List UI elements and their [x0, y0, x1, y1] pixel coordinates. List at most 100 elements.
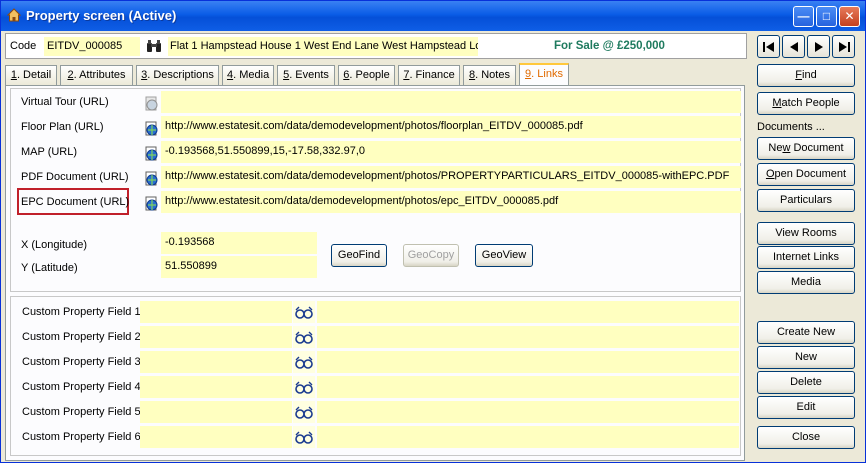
tab-people[interactable]: 6. People — [338, 65, 395, 85]
close-window-button[interactable]: ✕ — [839, 6, 860, 27]
next-icon — [815, 42, 823, 52]
match-people-button[interactable]: Match People — [757, 92, 855, 115]
virtual-tour-url-field[interactable] — [161, 91, 741, 113]
tab-links[interactable]: 9. Links — [519, 63, 569, 86]
open-document-button[interactable]: Open Document — [757, 163, 855, 186]
epc-document-label: EPC Document (URL) — [21, 196, 130, 208]
code-bar: Code EITDV_000085 Flat 1 Hampstead House… — [5, 33, 747, 59]
binoculars-icon[interactable] — [146, 39, 162, 53]
custom-field-6-value[interactable] — [140, 426, 292, 448]
media-button[interactable]: Media — [757, 271, 855, 294]
internet-links-button[interactable]: Internet Links — [757, 246, 855, 269]
previous-icon — [790, 42, 798, 52]
geocopy-button[interactable]: GeoCopy — [403, 244, 459, 267]
custom-field-3-text[interactable] — [317, 351, 739, 373]
custom-field-3-value[interactable] — [140, 351, 292, 373]
delete-button[interactable]: Delete — [757, 371, 855, 394]
tab-finance[interactable]: 7. Finance — [398, 65, 460, 85]
create-new-button[interactable]: Create New — [757, 321, 855, 344]
maximize-icon: □ — [822, 9, 831, 23]
previous-record-button[interactable] — [782, 35, 805, 58]
code-label: Code — [10, 40, 37, 52]
custom-field-5-text[interactable] — [317, 401, 739, 423]
globe-link-icon[interactable] — [143, 170, 160, 187]
tab-descriptions[interactable]: 3. Descriptions — [136, 65, 219, 85]
tab-attributes[interactable]: 2. Attributes — [60, 65, 133, 85]
geofind-button[interactable]: GeoFind — [331, 244, 387, 267]
custom-field-3-lookup[interactable] — [293, 351, 315, 373]
custom-field-label: Custom Property Field 1 — [22, 306, 141, 318]
minimize-icon: — — [797, 9, 810, 23]
last-record-button[interactable] — [832, 35, 855, 58]
glasses-icon — [295, 356, 313, 369]
next-record-button[interactable] — [807, 35, 830, 58]
address-field[interactable]: Flat 1 Hampstead House 1 West End Lane W… — [168, 37, 478, 56]
glasses-icon — [295, 381, 313, 394]
find-button[interactable]: Find — [757, 64, 855, 87]
first-record-button[interactable] — [757, 35, 780, 58]
globe-link-icon[interactable] — [143, 120, 160, 137]
last-icon — [839, 42, 850, 52]
glasses-icon — [295, 431, 313, 444]
geoview-button[interactable]: GeoView — [475, 244, 533, 267]
pdf-document-url-field[interactable]: http://www.estatesit.com/data/demodevelo… — [161, 166, 741, 188]
property-window: Property screen (Active) — □ ✕ Code EITD… — [0, 0, 866, 463]
custom-field-5-value[interactable] — [140, 401, 292, 423]
close-icon: ✕ — [844, 9, 855, 23]
minimize-button[interactable]: — — [793, 6, 814, 27]
custom-field-2-value[interactable] — [140, 326, 292, 348]
longitude-label: X (Longitude) — [21, 239, 88, 251]
map-url-field[interactable]: -0.193568,51.550899,15,-17.58,332.97,0 — [161, 141, 741, 163]
latitude-label: Y (Latitude) — [21, 262, 78, 274]
close-button[interactable]: Close — [757, 426, 855, 449]
tab-strip: 1. Detail 2. Attributes 3. Descriptions … — [5, 63, 745, 86]
view-rooms-button[interactable]: View Rooms — [757, 222, 855, 245]
pdf-document-label: PDF Document (URL) — [21, 171, 129, 183]
documents-label: Documents ... — [757, 121, 825, 133]
globe-link-icon[interactable] — [143, 145, 160, 162]
tab-detail[interactable]: 1. Detail — [5, 65, 57, 85]
custom-field-2-text[interactable] — [317, 326, 739, 348]
house-icon — [7, 8, 21, 22]
custom-field-5-lookup[interactable] — [293, 401, 315, 423]
floor-plan-url-field[interactable]: http://www.estatesit.com/data/demodevelo… — [161, 116, 741, 138]
custom-field-label: Custom Property Field 5 — [22, 406, 141, 418]
code-field[interactable]: EITDV_000085 — [44, 37, 140, 56]
custom-field-1-text[interactable] — [317, 301, 739, 323]
longitude-field[interactable]: -0.193568 — [161, 232, 317, 254]
particulars-button[interactable]: Particulars — [757, 189, 855, 212]
custom-field-6-text[interactable] — [317, 426, 739, 448]
title-bar[interactable]: Property screen (Active) — □ ✕ — [1, 1, 865, 31]
window-title: Property screen (Active) — [26, 8, 177, 23]
maximize-button[interactable]: □ — [816, 6, 837, 27]
glasses-icon — [295, 331, 313, 344]
globe-link-icon[interactable] — [143, 195, 160, 212]
latitude-field[interactable]: 51.550899 — [161, 256, 317, 278]
custom-field-4-text[interactable] — [317, 376, 739, 398]
custom-field-label: Custom Property Field 2 — [22, 331, 141, 343]
first-icon — [763, 42, 774, 52]
map-label: MAP (URL) — [21, 146, 78, 158]
floor-plan-label: Floor Plan (URL) — [21, 121, 104, 133]
links-panel: Virtual Tour (URL) Floor Plan (URL) http… — [5, 85, 745, 461]
tab-media[interactable]: 4. Media — [222, 65, 274, 85]
custom-field-6-lookup[interactable] — [293, 426, 315, 448]
epc-document-url-field[interactable]: http://www.estatesit.com/data/demodevelo… — [161, 191, 741, 213]
new-document-button[interactable]: New Document — [757, 137, 855, 160]
custom-field-label: Custom Property Field 6 — [22, 431, 141, 443]
url-group: Virtual Tour (URL) Floor Plan (URL) http… — [10, 88, 741, 292]
custom-field-1-value[interactable] — [140, 301, 292, 323]
custom-field-1-lookup[interactable] — [293, 301, 315, 323]
glasses-icon — [295, 306, 313, 319]
tab-events[interactable]: 5. Events — [277, 65, 335, 85]
custom-field-4-lookup[interactable] — [293, 376, 315, 398]
custom-field-label: Custom Property Field 4 — [22, 381, 141, 393]
tab-notes[interactable]: 8. Notes — [463, 65, 516, 85]
custom-field-4-value[interactable] — [140, 376, 292, 398]
new-button[interactable]: New — [757, 346, 855, 369]
globe-link-icon[interactable] — [143, 95, 160, 112]
virtual-tour-label: Virtual Tour (URL) — [21, 96, 109, 108]
custom-field-label: Custom Property Field 3 — [22, 356, 141, 368]
edit-button[interactable]: Edit — [757, 396, 855, 419]
custom-field-2-lookup[interactable] — [293, 326, 315, 348]
